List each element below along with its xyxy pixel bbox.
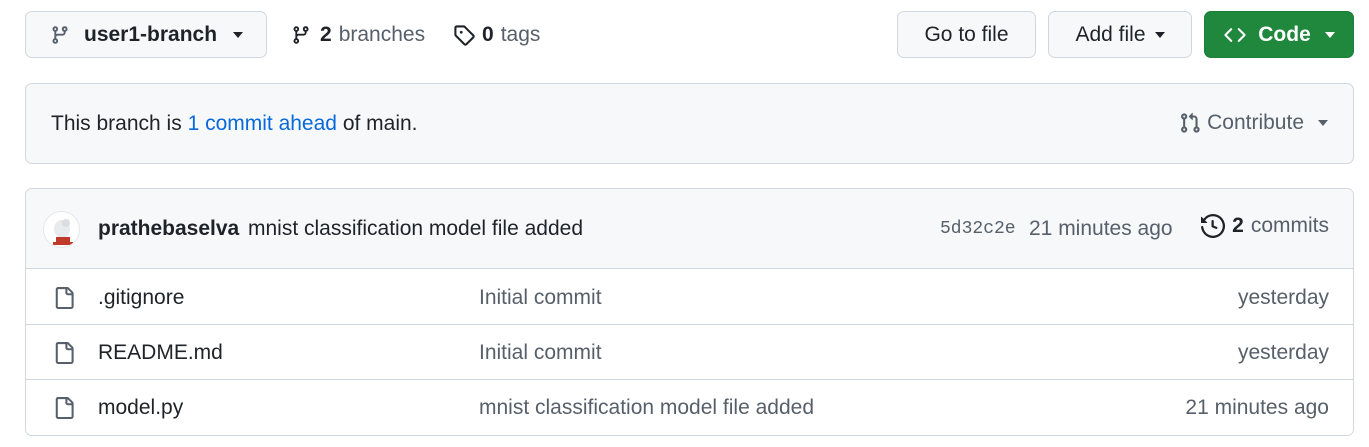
- file-commit-time: yesterday: [1237, 286, 1329, 309]
- chevron-down-icon: [1324, 31, 1335, 38]
- branch-name: user1-branch: [84, 22, 218, 46]
- file-commit-time: 21 minutes ago: [1185, 396, 1329, 419]
- file-browser: prathebaselva mnist classification model…: [25, 188, 1354, 436]
- file-row[interactable]: .gitignore Initial commit yesterday: [26, 270, 1353, 325]
- tags-link[interactable]: 0 tags: [453, 11, 540, 58]
- commits-count: 2: [1232, 214, 1244, 237]
- git-branch-icon: [52, 25, 68, 44]
- branches-label: branches: [338, 22, 426, 46]
- go-to-file-button[interactable]: Go to file: [897, 11, 1036, 58]
- file-commit-time: yesterday: [1237, 341, 1329, 364]
- avatar[interactable]: [43, 211, 80, 248]
- add-file-label: Add file: [1075, 22, 1146, 46]
- branch-status-prefix: This branch is: [51, 112, 188, 135]
- commits-ahead-link[interactable]: 1 commit ahead: [188, 112, 337, 135]
- commit-sha-link[interactable]: 5d32c2e: [940, 219, 1016, 239]
- file-name-link[interactable]: README.md: [98, 341, 223, 365]
- commits-history-link[interactable]: 2 commits: [1201, 214, 1329, 238]
- add-file-button[interactable]: Add file: [1048, 11, 1192, 58]
- branch-status-text: This branch is 1 commit ahead of main.: [51, 112, 418, 136]
- branch-status-suffix: of main.: [336, 112, 418, 135]
- file-row[interactable]: model.py mnist classification model file…: [26, 380, 1353, 435]
- file-commit-link[interactable]: mnist classification model file added: [479, 396, 814, 420]
- go-to-file-label: Go to file: [924, 22, 1009, 46]
- commits-label: commits: [1250, 214, 1329, 237]
- file-commit-link[interactable]: Initial commit: [479, 341, 602, 365]
- chevron-down-icon: [233, 31, 244, 38]
- contribute-button[interactable]: Contribute: [1179, 111, 1328, 135]
- chevron-down-icon: [1154, 31, 1165, 38]
- code-label: Code: [1258, 22, 1311, 46]
- branch-status-banner: This branch is 1 commit ahead of main. C…: [25, 83, 1354, 164]
- commit-author-link[interactable]: prathebaselva: [98, 217, 239, 241]
- contribute-label: Contribute: [1207, 111, 1304, 134]
- branch-select-button[interactable]: user1-branch: [25, 11, 267, 58]
- tags-label: tags: [500, 22, 541, 46]
- file-name-link[interactable]: .gitignore: [98, 286, 184, 310]
- latest-commit-bar: prathebaselva mnist classification model…: [26, 189, 1353, 269]
- file-icon: [55, 397, 74, 419]
- code-icon: [1224, 27, 1246, 42]
- file-icon: [55, 287, 74, 309]
- branches-link[interactable]: 2 branches: [291, 11, 425, 58]
- commit-message-link[interactable]: mnist classification model file added: [248, 217, 583, 241]
- repo-toolbar: user1-branch 2 branches 0 tags Go to fil…: [25, 11, 1354, 59]
- history-icon: [1201, 214, 1226, 238]
- pull-request-icon: [1181, 112, 1200, 133]
- file-name-link[interactable]: model.py: [98, 396, 183, 420]
- git-branch-icon: [293, 25, 309, 44]
- chevron-down-icon: [1318, 120, 1328, 126]
- commit-time: 21 minutes ago: [1029, 217, 1173, 240]
- code-button[interactable]: Code: [1204, 11, 1354, 58]
- file-icon: [55, 342, 74, 364]
- tag-icon: [454, 24, 475, 46]
- branches-count: 2: [320, 22, 332, 46]
- file-commit-link[interactable]: Initial commit: [479, 286, 602, 310]
- tags-count: 0: [482, 22, 494, 46]
- avatar-image: [53, 219, 73, 245]
- file-row[interactable]: README.md Initial commit yesterday: [26, 325, 1353, 380]
